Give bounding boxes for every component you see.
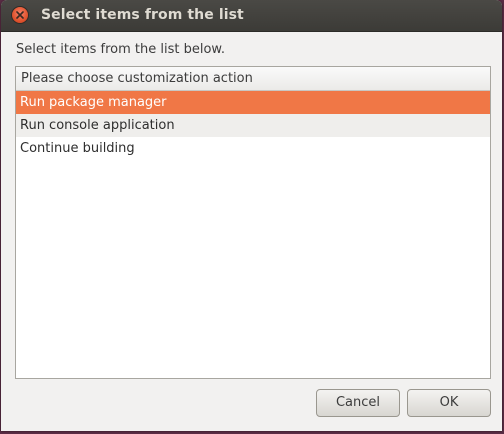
title-bar[interactable]: Select items from the list: [1, 0, 502, 32]
cancel-button[interactable]: Cancel: [316, 389, 400, 417]
items-listbox[interactable]: Please choose customization action Run p…: [15, 66, 491, 379]
window-title: Select items from the list: [41, 7, 244, 23]
prompt-label: Select items from the list below.: [16, 42, 225, 57]
dialog-window: Select items from the list Select items …: [1, 0, 502, 431]
list-column-header[interactable]: Please choose customization action: [16, 67, 490, 91]
list-item[interactable]: Continue building: [16, 137, 490, 160]
close-button[interactable]: [12, 7, 28, 23]
list-item[interactable]: Run package manager: [16, 91, 490, 114]
close-icon: [16, 11, 24, 19]
ok-button[interactable]: OK: [407, 389, 491, 417]
list-item[interactable]: Run console application: [16, 114, 490, 137]
